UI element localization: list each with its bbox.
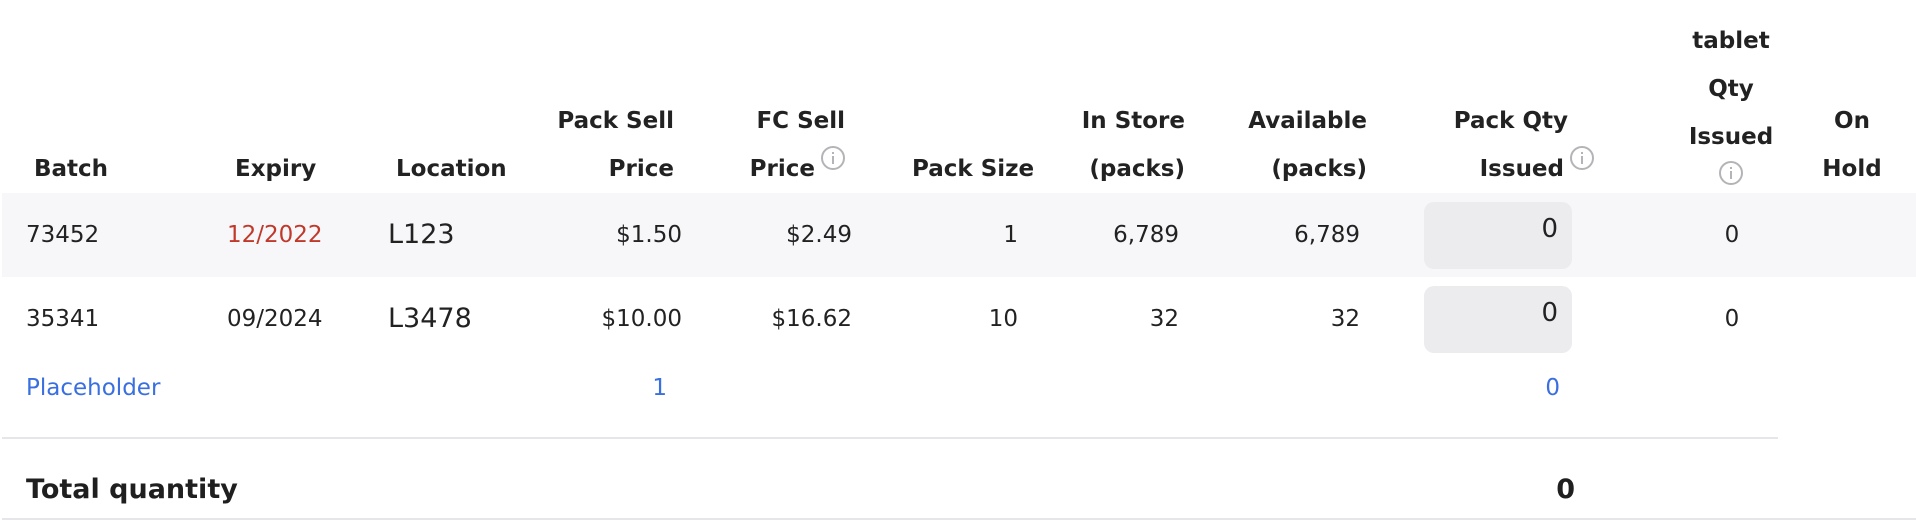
cell-location: L3478 [388,303,472,334]
header-pack-qty-issued-line2: Issued [1479,156,1564,182]
header-on-hold: On Hold [1804,97,1900,193]
header-pack-sell-price-line1: Pack Sell [557,108,674,134]
header-expiry: Expiry [235,145,316,193]
cell-batch: 35341 [26,306,100,332]
header-batch-label: Batch [34,156,109,182]
cell-expiry: 09/2024 [227,306,323,332]
header-in-store-line2: (packs) [1089,156,1185,182]
header-fc-sell-price-line1: FC Sell [756,108,845,134]
info-icon[interactable] [1570,146,1594,170]
cell-tablet-qty-issued: 0 [1724,306,1740,332]
cell-available: 6,789 [1294,222,1360,248]
header-tablet-qty-issued-icon-wrap [1636,161,1826,194]
header-available-line1: Available [1248,108,1367,134]
placeholder-pack-qty-value: 0 [1545,375,1560,401]
pack-qty-issued-input[interactable]: 0 [1424,202,1572,269]
header-fc-sell-price-line2: Price [749,156,815,182]
total-quantity-value: 0 [1556,474,1575,505]
total-quantity-label: Total quantity [26,474,238,505]
cell-available: 32 [1330,306,1360,332]
cell-pack-size: 1 [1003,222,1018,248]
cell-pack-sell-price: $10.00 [601,306,682,332]
cell-tablet-qty-issued: 0 [1724,222,1740,248]
header-in-store-line1: In Store [1081,108,1185,134]
cell-pack-size: 10 [988,306,1018,332]
placeholder-label[interactable]: Placeholder [26,361,160,415]
header-tablet-qty-issued-line2: Qty [1708,76,1754,102]
header-pack-qty-issued-line2-wrap: Issued [1410,145,1594,193]
header-tablet-qty-issued-line1: tablet [1692,28,1770,54]
header-tablet-qty-issued-line3: Issued [1688,124,1774,150]
header-pack-sell-price-line2: Price [608,156,674,182]
divider [2,437,1778,439]
header-fc-sell-price: FC Sell Price [720,97,845,193]
header-location-label: Location [396,156,507,182]
header-pack-qty-issued-line1: Pack Qty [1453,108,1568,134]
cell-pack-sell-price: $1.50 [616,222,682,248]
cell-in-store: 32 [1149,306,1179,332]
header-fc-sell-price-line2-wrap: Price [720,145,845,193]
header-pack-sell-price: Pack Sell Price [550,97,674,193]
header-in-store: In Store (packs) [1070,97,1185,193]
table-row[interactable]: 35341 09/2024 L3478 $10.00 $16.62 10 32 … [2,277,1916,361]
header-pack-size-label: Pack Size [912,156,1035,182]
header-available-line2: (packs) [1271,156,1367,182]
header-batch: Batch [34,145,108,193]
header-pack-size: Pack Size [912,145,1034,193]
header-on-hold-line2: Hold [1822,156,1882,182]
info-icon[interactable] [821,146,845,170]
cell-location: L123 [388,219,455,250]
header-available: Available (packs) [1240,97,1367,193]
placeholder-row[interactable]: Placeholder 1 0 [2,361,1600,415]
header-pack-qty-issued: Pack Qty Issued [1410,97,1594,193]
header-expiry-label: Expiry [235,156,317,182]
pack-qty-issued-input[interactable]: 0 [1424,286,1572,353]
cell-fc-sell-price: $16.62 [771,306,852,332]
cell-expiry: 12/2022 [227,222,323,248]
placeholder-pack-sell-value: 1 [652,375,667,401]
header-on-hold-line1: On [1834,108,1870,134]
info-icon[interactable] [1719,161,1743,185]
header-location: Location [396,145,507,193]
stock-allocation-table: Batch Expiry Location Pack Sell Price FC… [0,0,1916,520]
header-tablet-qty-issued: tablet Qty Issued [1636,17,1826,194]
cell-fc-sell-price: $2.49 [786,222,852,248]
cell-batch: 73452 [26,222,100,248]
cell-in-store: 6,789 [1113,222,1179,248]
table-row[interactable]: 73452 12/2022 L123 $1.50 $2.49 1 6,789 6… [2,193,1916,277]
